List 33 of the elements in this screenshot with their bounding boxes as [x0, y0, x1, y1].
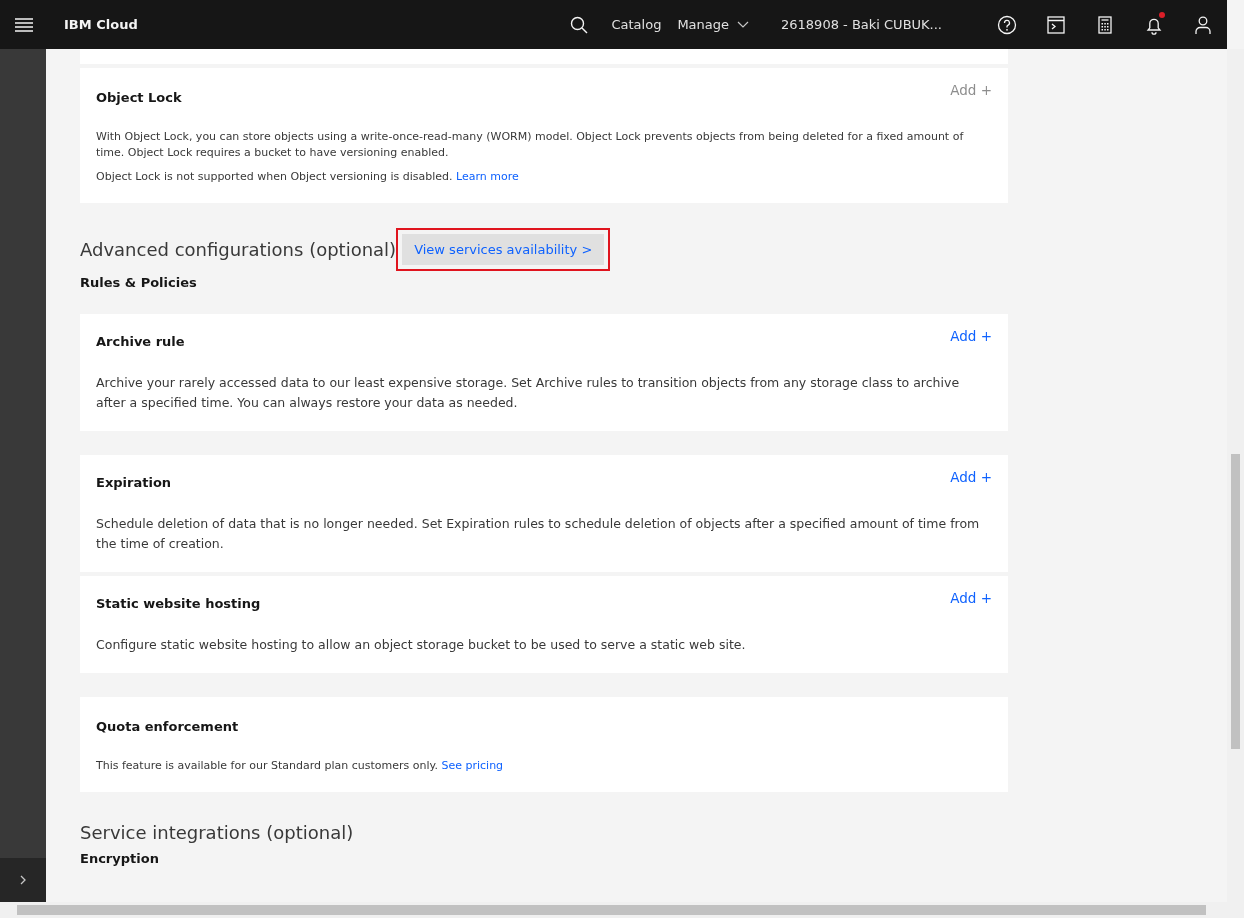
- menu-icon: [15, 17, 33, 32]
- add-button[interactable]: Add +: [950, 590, 992, 606]
- brand-link[interactable]: IBM Cloud: [64, 17, 138, 32]
- chevron-right-icon: [18, 874, 28, 886]
- user-icon: [1192, 14, 1213, 35]
- card-title: Static website hosting: [96, 595, 261, 611]
- description-text: Archive your rarely accessed data to our least expensive storage. Set Archive rules to transition objects from any storage class to archive after a specified time. You can always restore your data as needed.: [96, 374, 961, 412]
- description-text: This feature is available for our Standard plan customers only. See pricing: [96, 758, 505, 774]
- section-heading: Service integrations (optional): [80, 822, 355, 843]
- section-heading: Advanced configurations (optional): [80, 239, 397, 260]
- add-button[interactable]: Add +: [950, 469, 992, 485]
- description-text: Configure static website hosting to allow an object storage bucket to be used to serve a static web site.: [96, 636, 747, 654]
- horizontal-scrollbar[interactable]: [0, 902, 1244, 918]
- card-title: Object Lock: [96, 89, 182, 105]
- help-icon: [996, 14, 1017, 35]
- nav-menu-item[interactable]: Catalog: [603, 0, 670, 49]
- card-title: Expiration: [96, 474, 172, 490]
- text-link[interactable]: See pricing: [441, 759, 504, 772]
- vertical-scrollbar[interactable]: [1227, 49, 1244, 902]
- section-subheading: Rules & Policies: [80, 275, 198, 290]
- terminal-icon: [1045, 14, 1066, 35]
- description-text: Schedule deletion of data that is no longer needed. Set Expiration rules to schedule deletion of objects after a specified amount of time from the time of creation.: [96, 515, 981, 553]
- add-button[interactable]: Add +: [950, 328, 992, 344]
- account-switcher[interactable]: 2618908 - Baki CUBUK...: [757, 0, 956, 49]
- text-link[interactable]: Learn more: [456, 170, 519, 183]
- search-icon: [569, 15, 588, 34]
- card-title: Quota enforcement: [96, 718, 239, 734]
- card-title: Archive rule: [96, 333, 185, 349]
- view-availability-button[interactable]: View services availability >: [402, 234, 605, 265]
- nav-menu-item[interactable]: Manage: [669, 0, 758, 49]
- description-text: Object Lock is not supported when Object versioning is disabled. Learn more: [96, 169, 520, 185]
- section-subheading: Encryption: [80, 851, 160, 866]
- description-text: With Object Lock, you can store objects using a write-once-read-many (WORM) model. Object Lock prevents objects from being deleted for a fixed amount of time. Object Lock requires a bucket to have versioning enabled.: [96, 129, 965, 161]
